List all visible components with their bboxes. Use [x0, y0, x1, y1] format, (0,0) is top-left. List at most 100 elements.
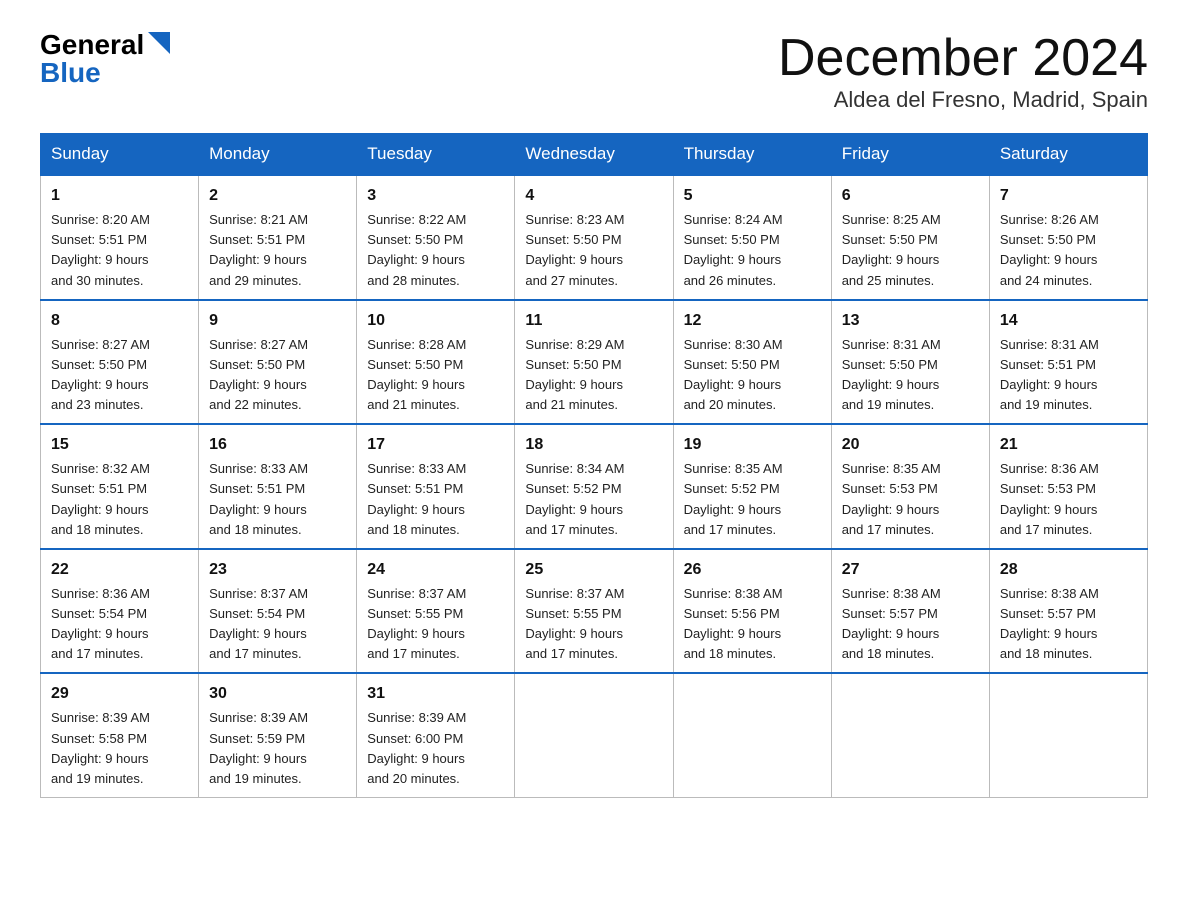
calendar-cell: 20Sunrise: 8:35 AM Sunset: 5:53 PM Dayli…: [831, 424, 989, 549]
day-info: Sunrise: 8:31 AM Sunset: 5:50 PM Dayligh…: [842, 335, 979, 416]
calendar-cell: 28Sunrise: 8:38 AM Sunset: 5:57 PM Dayli…: [989, 549, 1147, 674]
calendar-cell: 17Sunrise: 8:33 AM Sunset: 5:51 PM Dayli…: [357, 424, 515, 549]
header-tuesday: Tuesday: [357, 134, 515, 176]
day-number: 20: [842, 433, 979, 457]
day-number: 22: [51, 558, 188, 582]
week-row-4: 22Sunrise: 8:36 AM Sunset: 5:54 PM Dayli…: [41, 549, 1148, 674]
day-info: Sunrise: 8:35 AM Sunset: 5:52 PM Dayligh…: [684, 459, 821, 540]
day-info: Sunrise: 8:36 AM Sunset: 5:54 PM Dayligh…: [51, 584, 188, 665]
header-friday: Friday: [831, 134, 989, 176]
day-info: Sunrise: 8:34 AM Sunset: 5:52 PM Dayligh…: [525, 459, 662, 540]
day-info: Sunrise: 8:37 AM Sunset: 5:55 PM Dayligh…: [367, 584, 504, 665]
day-number: 25: [525, 558, 662, 582]
day-number: 29: [51, 682, 188, 706]
day-info: Sunrise: 8:30 AM Sunset: 5:50 PM Dayligh…: [684, 335, 821, 416]
day-info: Sunrise: 8:38 AM Sunset: 5:57 PM Dayligh…: [842, 584, 979, 665]
day-info: Sunrise: 8:21 AM Sunset: 5:51 PM Dayligh…: [209, 210, 346, 291]
day-number: 13: [842, 309, 979, 333]
calendar-cell: 18Sunrise: 8:34 AM Sunset: 5:52 PM Dayli…: [515, 424, 673, 549]
day-number: 28: [1000, 558, 1137, 582]
day-info: Sunrise: 8:31 AM Sunset: 5:51 PM Dayligh…: [1000, 335, 1137, 416]
calendar-cell: 26Sunrise: 8:38 AM Sunset: 5:56 PM Dayli…: [673, 549, 831, 674]
calendar-cell: 16Sunrise: 8:33 AM Sunset: 5:51 PM Dayli…: [199, 424, 357, 549]
day-info: Sunrise: 8:32 AM Sunset: 5:51 PM Dayligh…: [51, 459, 188, 540]
day-number: 9: [209, 309, 346, 333]
calendar-cell: 27Sunrise: 8:38 AM Sunset: 5:57 PM Dayli…: [831, 549, 989, 674]
day-number: 8: [51, 309, 188, 333]
day-number: 19: [684, 433, 821, 457]
calendar-cell: 29Sunrise: 8:39 AM Sunset: 5:58 PM Dayli…: [41, 673, 199, 797]
header-monday: Monday: [199, 134, 357, 176]
day-number: 10: [367, 309, 504, 333]
day-number: 30: [209, 682, 346, 706]
day-info: Sunrise: 8:39 AM Sunset: 5:58 PM Dayligh…: [51, 708, 188, 789]
logo-general-text: General: [40, 31, 144, 59]
day-number: 17: [367, 433, 504, 457]
calendar-cell: 31Sunrise: 8:39 AM Sunset: 6:00 PM Dayli…: [357, 673, 515, 797]
day-number: 7: [1000, 184, 1137, 208]
day-number: 4: [525, 184, 662, 208]
calendar-cell: 19Sunrise: 8:35 AM Sunset: 5:52 PM Dayli…: [673, 424, 831, 549]
day-info: Sunrise: 8:38 AM Sunset: 5:57 PM Dayligh…: [1000, 584, 1137, 665]
calendar-cell: 30Sunrise: 8:39 AM Sunset: 5:59 PM Dayli…: [199, 673, 357, 797]
week-row-3: 15Sunrise: 8:32 AM Sunset: 5:51 PM Dayli…: [41, 424, 1148, 549]
week-row-2: 8Sunrise: 8:27 AM Sunset: 5:50 PM Daylig…: [41, 300, 1148, 425]
location-title: Aldea del Fresno, Madrid, Spain: [778, 87, 1148, 113]
calendar-cell: 7Sunrise: 8:26 AM Sunset: 5:50 PM Daylig…: [989, 175, 1147, 300]
day-info: Sunrise: 8:33 AM Sunset: 5:51 PM Dayligh…: [209, 459, 346, 540]
calendar-cell: [989, 673, 1147, 797]
day-info: Sunrise: 8:35 AM Sunset: 5:53 PM Dayligh…: [842, 459, 979, 540]
calendar-cell: 5Sunrise: 8:24 AM Sunset: 5:50 PM Daylig…: [673, 175, 831, 300]
day-info: Sunrise: 8:39 AM Sunset: 5:59 PM Dayligh…: [209, 708, 346, 789]
day-info: Sunrise: 8:38 AM Sunset: 5:56 PM Dayligh…: [684, 584, 821, 665]
day-number: 2: [209, 184, 346, 208]
day-number: 12: [684, 309, 821, 333]
calendar-cell: 24Sunrise: 8:37 AM Sunset: 5:55 PM Dayli…: [357, 549, 515, 674]
calendar-cell: 1Sunrise: 8:20 AM Sunset: 5:51 PM Daylig…: [41, 175, 199, 300]
day-number: 16: [209, 433, 346, 457]
calendar-cell: [515, 673, 673, 797]
logo: General Blue: [40, 30, 170, 87]
day-info: Sunrise: 8:37 AM Sunset: 5:54 PM Dayligh…: [209, 584, 346, 665]
calendar-header-row: SundayMondayTuesdayWednesdayThursdayFrid…: [41, 134, 1148, 176]
day-info: Sunrise: 8:25 AM Sunset: 5:50 PM Dayligh…: [842, 210, 979, 291]
day-info: Sunrise: 8:39 AM Sunset: 6:00 PM Dayligh…: [367, 708, 504, 789]
calendar-cell: 10Sunrise: 8:28 AM Sunset: 5:50 PM Dayli…: [357, 300, 515, 425]
week-row-5: 29Sunrise: 8:39 AM Sunset: 5:58 PM Dayli…: [41, 673, 1148, 797]
day-info: Sunrise: 8:27 AM Sunset: 5:50 PM Dayligh…: [209, 335, 346, 416]
calendar-cell: 14Sunrise: 8:31 AM Sunset: 5:51 PM Dayli…: [989, 300, 1147, 425]
day-number: 26: [684, 558, 821, 582]
header-saturday: Saturday: [989, 134, 1147, 176]
day-number: 24: [367, 558, 504, 582]
calendar-cell: 9Sunrise: 8:27 AM Sunset: 5:50 PM Daylig…: [199, 300, 357, 425]
logo-arrow-icon: [148, 32, 170, 54]
calendar-cell: 23Sunrise: 8:37 AM Sunset: 5:54 PM Dayli…: [199, 549, 357, 674]
day-number: 15: [51, 433, 188, 457]
day-number: 14: [1000, 309, 1137, 333]
calendar-cell: 21Sunrise: 8:36 AM Sunset: 5:53 PM Dayli…: [989, 424, 1147, 549]
day-number: 18: [525, 433, 662, 457]
day-info: Sunrise: 8:20 AM Sunset: 5:51 PM Dayligh…: [51, 210, 188, 291]
calendar-cell: 8Sunrise: 8:27 AM Sunset: 5:50 PM Daylig…: [41, 300, 199, 425]
day-info: Sunrise: 8:26 AM Sunset: 5:50 PM Dayligh…: [1000, 210, 1137, 291]
day-number: 31: [367, 682, 504, 706]
calendar-cell: [673, 673, 831, 797]
month-title: December 2024: [778, 30, 1148, 87]
day-number: 6: [842, 184, 979, 208]
title-area: December 2024 Aldea del Fresno, Madrid, …: [778, 30, 1148, 113]
calendar-cell: 22Sunrise: 8:36 AM Sunset: 5:54 PM Dayli…: [41, 549, 199, 674]
header-thursday: Thursday: [673, 134, 831, 176]
header: General Blue December 2024 Aldea del Fre…: [40, 30, 1148, 113]
day-info: Sunrise: 8:27 AM Sunset: 5:50 PM Dayligh…: [51, 335, 188, 416]
calendar-cell: 15Sunrise: 8:32 AM Sunset: 5:51 PM Dayli…: [41, 424, 199, 549]
day-number: 23: [209, 558, 346, 582]
calendar-cell: 2Sunrise: 8:21 AM Sunset: 5:51 PM Daylig…: [199, 175, 357, 300]
day-info: Sunrise: 8:37 AM Sunset: 5:55 PM Dayligh…: [525, 584, 662, 665]
day-number: 21: [1000, 433, 1137, 457]
calendar-cell: 4Sunrise: 8:23 AM Sunset: 5:50 PM Daylig…: [515, 175, 673, 300]
day-info: Sunrise: 8:24 AM Sunset: 5:50 PM Dayligh…: [684, 210, 821, 291]
day-info: Sunrise: 8:23 AM Sunset: 5:50 PM Dayligh…: [525, 210, 662, 291]
calendar-cell: 3Sunrise: 8:22 AM Sunset: 5:50 PM Daylig…: [357, 175, 515, 300]
calendar-cell: 12Sunrise: 8:30 AM Sunset: 5:50 PM Dayli…: [673, 300, 831, 425]
day-number: 3: [367, 184, 504, 208]
